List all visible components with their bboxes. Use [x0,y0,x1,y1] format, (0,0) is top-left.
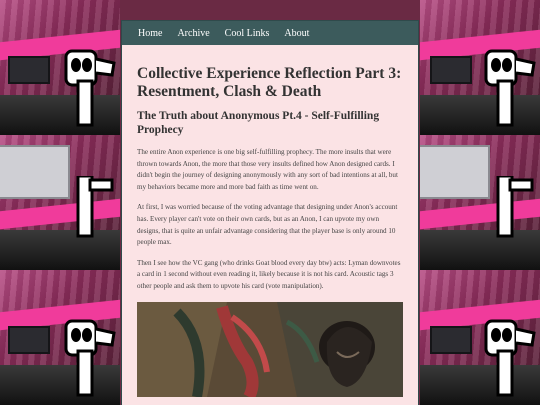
background-tile [0,135,120,270]
background-tile [420,0,540,135]
article-subtitle: The Truth about Anonymous Pt.4 - Self-Fu… [137,110,380,136]
pixel-character-icon [480,311,538,399]
card-art-illustration-icon [137,301,403,397]
article-paragraph: The entire Anon experience is one big se… [137,148,398,191]
background-tile [420,135,540,270]
background-tile [420,270,540,405]
pixel-character-icon [60,41,118,129]
article-paragraph: Then I see how the VC gang (who drinks G… [137,258,401,290]
card-art-image [137,301,403,397]
pixel-character-icon [60,176,118,264]
article-title: Collective Experience Reflection Part 3:… [137,65,402,100]
blog-card: Home Archive Cool Links About Collective… [122,21,418,405]
nav-link-about[interactable]: About [284,28,309,39]
article-paragraph: At first, I was worried because of the v… [137,203,398,247]
pixel-character-icon [480,41,538,129]
pixel-character-icon [480,176,538,264]
pixel-character-icon [60,311,118,399]
nav-link-cool-links[interactable]: Cool Links [225,28,270,39]
background-tile [0,270,120,405]
nav-link-archive[interactable]: Archive [177,28,209,39]
article-body: Collective Experience Reflection Part 3:… [122,45,418,397]
nav-link-home[interactable]: Home [138,28,162,39]
background-tile [0,0,120,135]
top-nav: Home Archive Cool Links About [122,21,418,45]
